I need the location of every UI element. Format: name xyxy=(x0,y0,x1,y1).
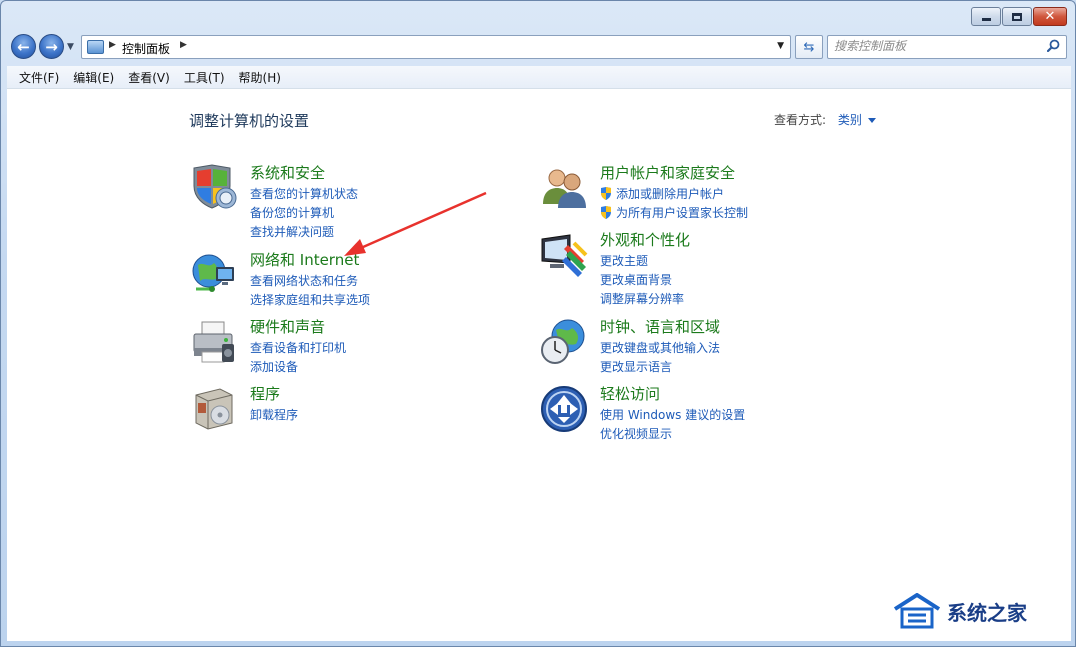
menu-file[interactable]: 文件(F) xyxy=(13,67,65,88)
minimize-icon xyxy=(981,18,991,21)
link-devices-printers[interactable]: 查看设备和打印机 xyxy=(250,338,346,357)
house-logo-icon xyxy=(893,593,941,629)
ease-of-access-icon[interactable] xyxy=(540,385,588,433)
link-add-device[interactable]: 添加设备 xyxy=(250,357,346,376)
link-screen-resolution[interactable]: 调整屏幕分辨率 xyxy=(600,289,684,308)
category-title[interactable]: 时钟、语言和区域 xyxy=(600,316,720,337)
address-history-dropdown[interactable]: ▼ xyxy=(777,41,784,51)
watermark: 系统之家 xyxy=(893,591,1063,631)
category-links: 更改主题 更改桌面背景 调整屏幕分辨率 xyxy=(600,251,684,308)
category-title[interactable]: 系统和安全 xyxy=(250,162,325,183)
refresh-icon: ⇆ xyxy=(803,39,815,55)
link-text[interactable]: 为所有用户设置家长控制 xyxy=(616,204,748,221)
search-input[interactable] xyxy=(834,39,1034,53)
printer-icon[interactable] xyxy=(190,318,238,366)
category-links: 添加或删除用户帐户 为所有用户设置家长控制 xyxy=(600,184,748,222)
category-title[interactable]: 外观和个性化 xyxy=(600,229,690,250)
menu-tools[interactable]: 工具(T) xyxy=(178,67,231,88)
maximize-icon xyxy=(1012,12,1022,21)
monitor-palette-icon[interactable] xyxy=(540,231,588,279)
annotation-arrow-icon xyxy=(344,191,487,256)
content-pane: 调整计算机的设置 查看方式: 类别 系统和安全 查看您的计算机状态 备份您的计算… xyxy=(7,88,1071,641)
view-mode: 查看方式: 类别 xyxy=(774,111,876,128)
category-links: 使用 Windows 建议的设置 优化视频显示 xyxy=(600,405,745,443)
back-button[interactable]: ← xyxy=(11,34,36,59)
link-parental-controls[interactable]: 为所有用户设置家长控制 xyxy=(600,203,748,222)
menu-help[interactable]: 帮助(H) xyxy=(233,67,287,88)
view-mode-value[interactable]: 类别 xyxy=(838,113,862,127)
chevron-down-icon[interactable] xyxy=(867,118,876,123)
link-homegroup-sharing[interactable]: 选择家庭组和共享选项 xyxy=(250,290,370,309)
link-text[interactable]: 添加或删除用户帐户 xyxy=(616,185,724,202)
breadcrumb-control-panel[interactable]: 控制面板 xyxy=(122,40,170,57)
menu-view[interactable]: 查看(V) xyxy=(122,67,176,88)
menu-bar: 文件(F) 编辑(E) 查看(V) 工具(T) 帮助(H) xyxy=(7,66,1071,88)
link-network-status[interactable]: 查看网络状态和任务 xyxy=(250,271,370,290)
view-mode-selector[interactable]: 类别 xyxy=(838,113,876,127)
category-title[interactable]: 轻松访问 xyxy=(600,383,660,404)
recent-pages-dropdown[interactable]: ▼ xyxy=(67,42,74,52)
search-icon[interactable] xyxy=(1047,39,1060,52)
security-shield-icon[interactable] xyxy=(190,164,238,212)
uac-shield-icon xyxy=(601,206,611,219)
category-links: 更改键盘或其他输入法 更改显示语言 xyxy=(600,338,720,376)
network-globe-icon[interactable] xyxy=(190,251,238,299)
control-panel-icon xyxy=(87,40,104,54)
clock-globe-icon[interactable] xyxy=(540,318,588,366)
window-frame: ✕ ← → ▼ ▶ 控制面板 ▶ ▼ ⇆ 文件(F) 编辑(E) 查看(V) 工… xyxy=(0,0,1076,647)
category-links: 卸载程序 xyxy=(250,405,298,424)
link-change-keyboard[interactable]: 更改键盘或其他输入法 xyxy=(600,338,720,357)
caption-buttons: ✕ xyxy=(971,7,1067,26)
link-add-remove-users[interactable]: 添加或删除用户帐户 xyxy=(600,184,748,203)
back-arrow-icon: ← xyxy=(17,37,30,56)
category-links: 查看设备和打印机 添加设备 xyxy=(250,338,346,376)
page-title: 调整计算机的设置 xyxy=(189,112,310,130)
link-change-theme[interactable]: 更改主题 xyxy=(600,251,684,270)
navigation-bar: ← → ▼ ▶ 控制面板 ▶ ▼ ⇆ xyxy=(9,32,1069,62)
link-uninstall-program[interactable]: 卸载程序 xyxy=(250,405,298,424)
close-icon: ✕ xyxy=(1044,9,1056,24)
breadcrumb-chevron-icon[interactable]: ▶ xyxy=(109,40,116,50)
forward-arrow-icon: → xyxy=(45,37,58,56)
uac-shield-icon xyxy=(601,187,611,200)
close-button[interactable]: ✕ xyxy=(1033,7,1067,26)
search-box[interactable] xyxy=(827,35,1067,59)
forward-button[interactable]: → xyxy=(39,34,64,59)
minimize-button[interactable] xyxy=(971,7,1001,26)
category-title[interactable]: 程序 xyxy=(250,383,280,404)
address-bar[interactable]: ▶ 控制面板 ▶ ▼ xyxy=(81,35,791,59)
link-optimize-video[interactable]: 优化视频显示 xyxy=(600,424,745,443)
link-change-display-language[interactable]: 更改显示语言 xyxy=(600,357,720,376)
users-icon[interactable] xyxy=(540,164,588,212)
view-mode-label: 查看方式: xyxy=(774,113,827,127)
category-title[interactable]: 用户帐户和家庭安全 xyxy=(600,162,735,183)
menu-edit[interactable]: 编辑(E) xyxy=(67,67,120,88)
link-recommended-settings[interactable]: 使用 Windows 建议的设置 xyxy=(600,405,745,424)
breadcrumb-chevron-icon[interactable]: ▶ xyxy=(180,40,187,50)
category-title[interactable]: 硬件和声音 xyxy=(250,316,325,337)
refresh-button[interactable]: ⇆ xyxy=(795,35,823,59)
link-change-background[interactable]: 更改桌面背景 xyxy=(600,270,684,289)
maximize-button[interactable] xyxy=(1002,7,1032,26)
programs-box-icon[interactable] xyxy=(190,385,238,433)
category-links: 查看网络状态和任务 选择家庭组和共享选项 xyxy=(250,271,370,309)
watermark-text: 系统之家 xyxy=(947,600,1027,625)
